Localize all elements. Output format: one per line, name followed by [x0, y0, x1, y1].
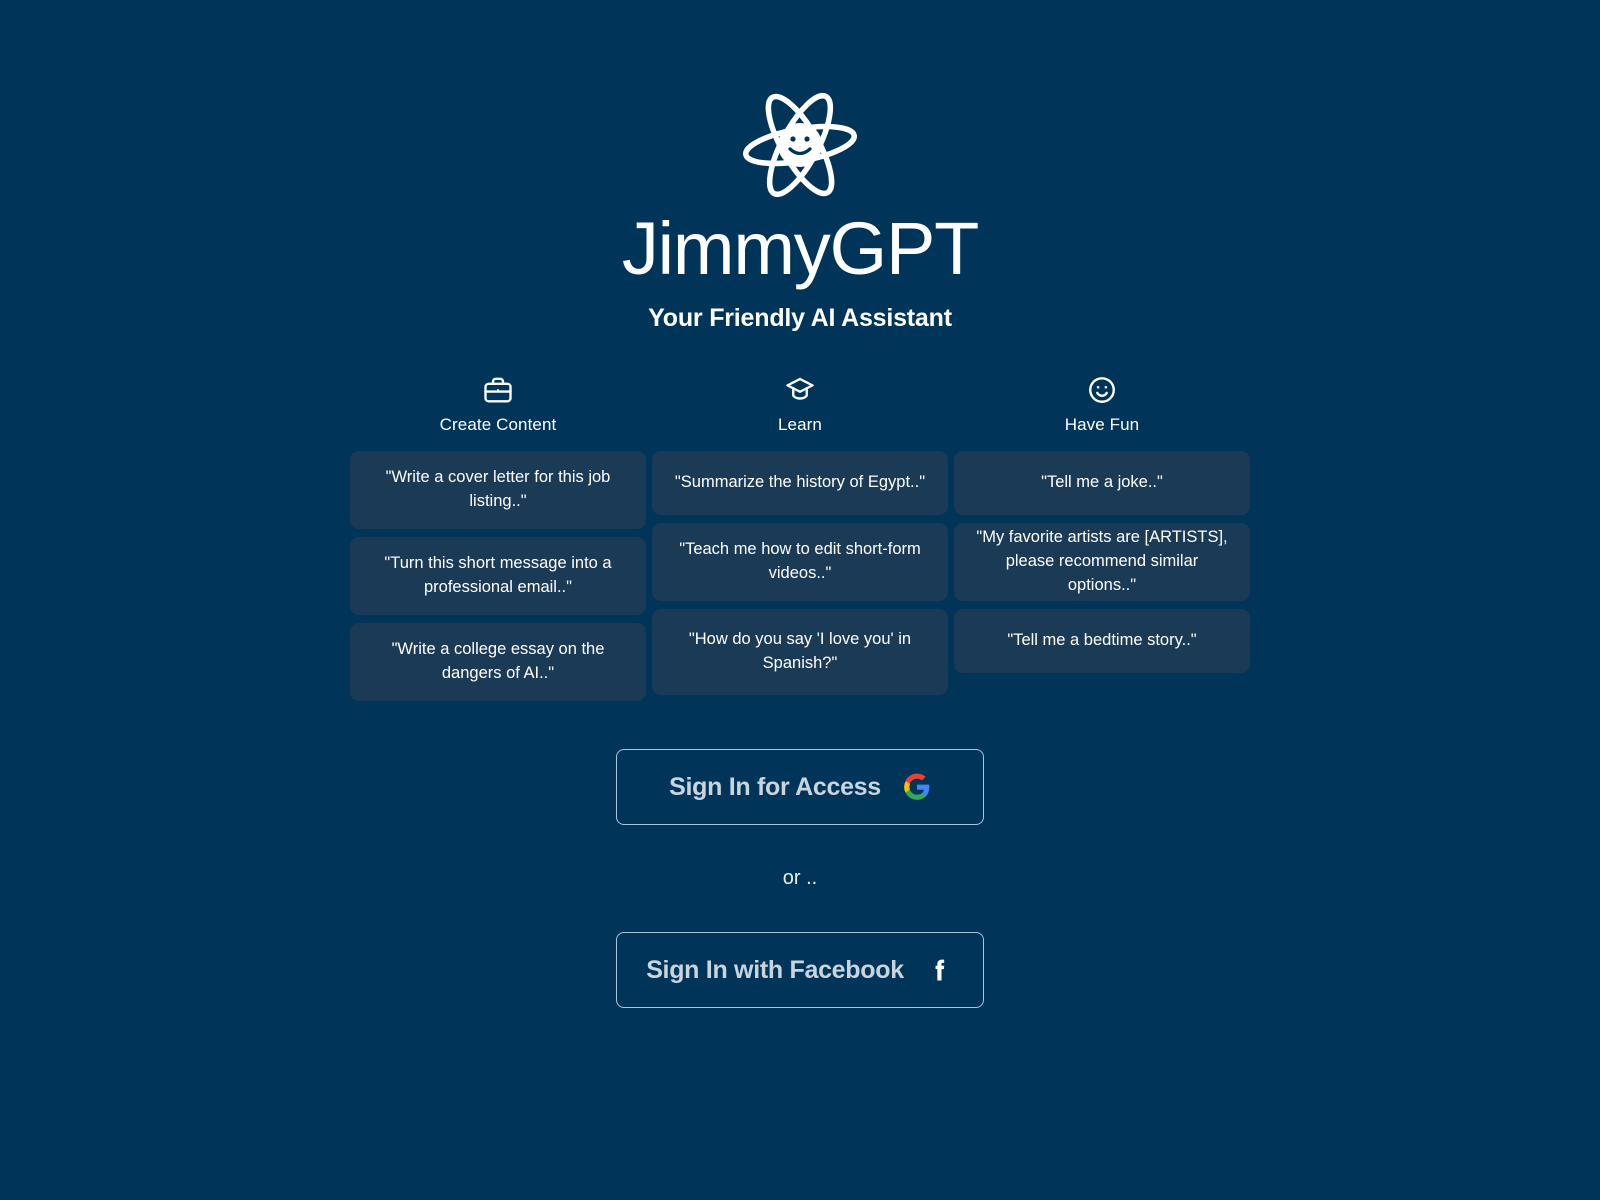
- prompt-card[interactable]: "How do you say 'I love you' in Spanish?…: [652, 608, 948, 695]
- atom-smiley-icon: [725, 86, 875, 204]
- prompt-columns: Create Content "Write a cover letter for…: [350, 373, 1250, 701]
- prompt-card[interactable]: "My favorite artists are [ARTISTS], plea…: [954, 522, 1250, 601]
- prompt-card-list-have-fun: "Tell me a joke.." "My favorite artists …: [954, 451, 1250, 673]
- auth-divider-text: or ..: [782, 867, 818, 889]
- prompt-card-list-learn: "Summarize the history of Egypt.." "Teac…: [652, 451, 948, 695]
- prompt-card[interactable]: "Write a college essay on the dangers of…: [350, 623, 646, 701]
- prompt-card[interactable]: "Tell me a joke..": [954, 451, 1250, 515]
- tagline: Your Friendly AI Assistant: [648, 304, 952, 332]
- auth-section: Sign In for Access or .. Sign In with Fa…: [616, 749, 984, 1008]
- landing-page: JimmyGPT Your Friendly AI Assistant Crea…: [0, 0, 1600, 1200]
- facebook-sign-in-label: Sign In with Facebook: [646, 955, 904, 984]
- category-label-learn: Learn: [778, 415, 822, 434]
- prompt-card[interactable]: "Write a cover letter for this job listi…: [350, 451, 646, 529]
- facebook-f-icon: [926, 956, 954, 984]
- prompt-card[interactable]: "Summarize the history of Egypt..": [652, 451, 948, 515]
- page-title: JimmyGPT: [621, 207, 979, 290]
- prompt-card-list-create-content: "Write a cover letter for this job listi…: [350, 451, 646, 701]
- category-column-have-fun: Have Fun "Tell me a joke.." "My favorite…: [954, 373, 1250, 673]
- category-column-create-content: Create Content "Write a cover letter for…: [350, 373, 646, 701]
- smiley-face-icon: [1085, 373, 1119, 407]
- category-label-have-fun: Have Fun: [1064, 415, 1140, 434]
- prompt-card[interactable]: "Turn this short message into a professi…: [350, 537, 646, 615]
- briefcase-icon: [481, 373, 515, 407]
- facebook-sign-in-button[interactable]: Sign In with Facebook: [616, 932, 984, 1008]
- google-sign-in-button[interactable]: Sign In for Access: [616, 749, 984, 825]
- category-column-learn: Learn "Summarize the history of Egypt.."…: [652, 373, 948, 695]
- google-sign-in-label: Sign In for Access: [669, 772, 881, 801]
- category-label-create-content: Create Content: [439, 415, 557, 434]
- prompt-card[interactable]: "Tell me a bedtime story..": [954, 608, 1250, 673]
- google-g-icon: [903, 773, 931, 801]
- prompt-card[interactable]: "Teach me how to edit short-form videos.…: [652, 522, 948, 601]
- graduation-cap-icon: [783, 373, 817, 407]
